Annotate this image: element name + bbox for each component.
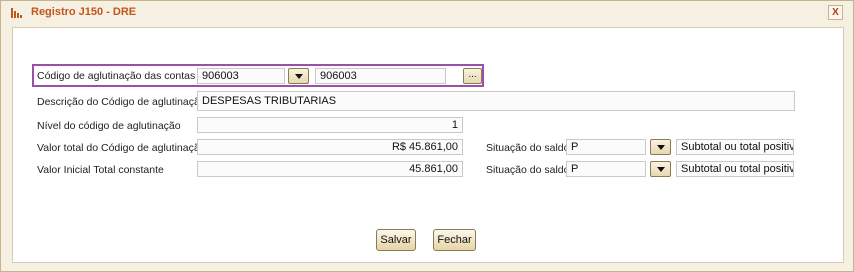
app-icon: [11, 8, 22, 18]
title-bar: Registro J150 - DRE X: [1, 1, 853, 25]
valor-inicial-label: Valor Inicial Total constante: [37, 164, 164, 176]
situacao-saldo-2-description: Subtotal ou total positivo: [676, 161, 794, 177]
nivel-label: Nível do código de aglutinação: [37, 120, 181, 132]
close-button[interactable]: Fechar: [433, 229, 476, 251]
situacao-saldo-2-input[interactable]: P: [566, 161, 646, 177]
close-icon[interactable]: X: [828, 5, 843, 20]
save-button[interactable]: Salvar: [376, 229, 416, 251]
window-title: Registro J150 - DRE: [31, 6, 137, 18]
codigo-description-field[interactable]: 906003: [315, 68, 446, 84]
valor-inicial-field[interactable]: 45.861,00: [197, 161, 463, 177]
situacao-saldo-description: Subtotal ou total positivo: [676, 139, 794, 155]
situacao-saldo-2-label: Situação do saldo: [486, 164, 570, 176]
descricao-label: Descrição do Código de aglutinação: [37, 96, 206, 108]
situacao-saldo-label: Situação do saldo: [486, 142, 570, 154]
situacao-saldo-dropdown-button[interactable]: [650, 139, 671, 155]
valor-total-field[interactable]: R$ 45.861,00: [197, 139, 463, 155]
descricao-field[interactable]: DESPESAS TRIBUTARIAS: [197, 91, 795, 111]
codigo-dropdown-button[interactable]: [288, 68, 309, 84]
nivel-field[interactable]: 1: [197, 117, 463, 133]
situacao-saldo-2-dropdown-button[interactable]: [650, 161, 671, 177]
codigo-input[interactable]: 906003: [197, 68, 285, 84]
codigo-label: Código de aglutinação das contas: [37, 70, 196, 82]
lookup-button[interactable]: ...: [463, 68, 482, 84]
valor-total-label: Valor total do Código de aglutinação: [37, 142, 206, 154]
situacao-saldo-input[interactable]: P: [566, 139, 646, 155]
